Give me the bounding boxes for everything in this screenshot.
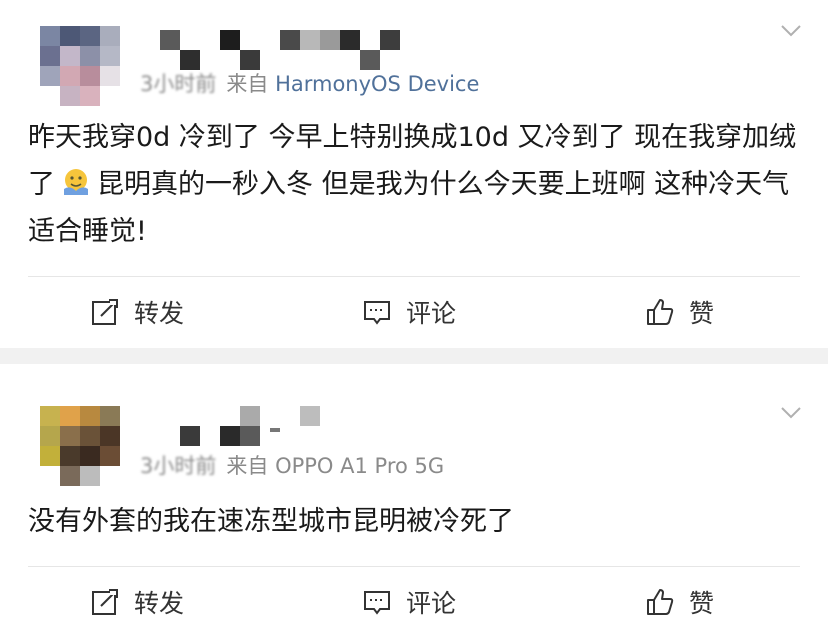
repost-label: 转发 (134, 299, 185, 328)
source-prefix: 来自 (226, 72, 269, 96)
like-button[interactable]: 赞 (645, 292, 714, 332)
source-prefix: 来自 (226, 454, 269, 478)
like-label: 赞 (689, 299, 715, 328)
like-icon (647, 299, 674, 325)
device-link[interactable]: OPPO A1 Pro 5G (275, 454, 444, 478)
comment-label: 评论 (406, 589, 457, 618)
post-meta: 3小时前 来自 HarmonyOS Device (140, 68, 479, 98)
username-redacted[interactable] (180, 404, 340, 446)
post-separator (0, 348, 828, 364)
repost-icon (92, 588, 119, 615)
repost-button[interactable]: 转发 (90, 292, 184, 332)
post-time: 3小时前 (140, 454, 217, 478)
divider (28, 566, 800, 567)
weibo-post-2: 3小时前 来自 OPPO A1 Pro 5G 没有外套的我在速冻型城市昆明被冷死了… (0, 364, 828, 634)
post-time: 3小时前 (140, 72, 217, 96)
like-label: 赞 (689, 589, 715, 618)
comment-button[interactable]: 评论 (362, 582, 456, 622)
post-text-part-2: 昆明真的一秒入冬 但是我为什么今天要上班啊 这种冷天气适合睡觉! (28, 169, 790, 247)
repost-label: 转发 (134, 589, 185, 618)
post-text: 没有外套的我在速冻型城市昆明被冷死了 (28, 506, 514, 537)
like-button[interactable]: 赞 (645, 582, 714, 622)
comment-label: 评论 (406, 299, 457, 328)
device-link[interactable]: HarmonyOS Device (275, 72, 479, 96)
repost-icon (92, 298, 119, 325)
divider (28, 276, 800, 277)
comment-button[interactable]: 评论 (362, 292, 456, 332)
post-content: 没有外套的我在速冻型城市昆明被冷死了 (28, 498, 808, 545)
chevron-down-icon[interactable] (780, 406, 802, 420)
chevron-down-icon[interactable] (780, 24, 802, 38)
repost-button[interactable]: 转发 (90, 582, 184, 622)
action-bar: 转发 评论 赞 (0, 582, 828, 622)
action-bar: 转发 评论 赞 (0, 292, 828, 332)
post-content: 昨天我穿0d 冷到了 今早上特别换成10d 又冷到了 现在我穿加绒了 昆明真的一秒… (28, 114, 808, 255)
avatar[interactable] (40, 406, 120, 486)
comment-icon (364, 301, 390, 325)
like-icon (647, 589, 674, 615)
emoji-icon (61, 165, 91, 195)
post-meta: 3小时前 来自 OPPO A1 Pro 5G (140, 450, 444, 480)
username-redacted[interactable] (160, 26, 400, 70)
avatar[interactable] (40, 26, 120, 106)
weibo-post-1: 3小时前 来自 HarmonyOS Device 昨天我穿0d 冷到了 今早上特别… (0, 0, 828, 348)
comment-icon (364, 591, 390, 615)
